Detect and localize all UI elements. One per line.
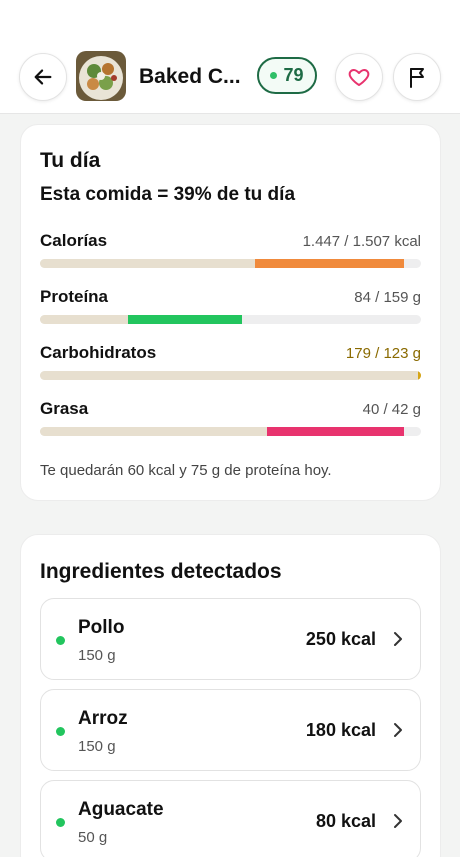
macro-label: Grasa (40, 399, 89, 418)
day-summary-card: Tu día Esta comida = 39% de tu día Calor… (20, 124, 441, 501)
status-dot-icon (56, 818, 65, 827)
top-bar: Baked C... 79 (0, 0, 460, 114)
macro-progress-bar (40, 427, 421, 436)
back-button[interactable] (19, 53, 67, 101)
heart-icon (348, 69, 370, 86)
report-button[interactable] (393, 53, 441, 101)
remaining-note: Te quedarán 60 kcal y 75 g de proteína h… (40, 462, 332, 479)
ingredient-name: Aguacate (78, 799, 164, 820)
macro-progress-bar (40, 371, 421, 380)
ingredient-quantity: 50 g (78, 829, 108, 846)
score-dot-icon (270, 72, 278, 79)
ingredient-quantity: 150 g (78, 647, 116, 664)
ingredient-kcal: 80 kcal (315, 811, 376, 831)
chevron-right-icon (394, 632, 402, 646)
macro-progress-bar (40, 315, 421, 324)
flag-icon (410, 68, 424, 88)
macro-label: Proteína (40, 287, 109, 306)
ingredient-kcal: 250 kcal (305, 629, 376, 649)
ingredient-row[interactable]: Pollo 150 g 250 kcal (40, 598, 421, 680)
ingredients-title: Ingredientes detectados (40, 560, 282, 583)
meal-percentage-summary: Esta comida = 39% de tu día (40, 184, 296, 205)
meal-thumbnail (76, 51, 126, 101)
ingredients-card: Ingredientes detectados Pollo 150 g 250 … (20, 534, 441, 857)
favorite-button[interactable] (335, 53, 383, 101)
ingredient-row[interactable]: Aguacate 50 g 80 kcal (40, 780, 421, 857)
ingredient-kcal: 180 kcal (305, 720, 376, 740)
status-dot-icon (56, 727, 65, 736)
health-score-badge[interactable]: 79 (257, 57, 317, 94)
macro-progress-bar (40, 259, 421, 268)
back-arrow-icon (34, 69, 52, 85)
macro-label: Carbohidratos (40, 343, 157, 362)
macro-value: 84 / 159 g (354, 289, 421, 306)
ingredient-row[interactable]: Arroz 150 g 180 kcal (40, 689, 421, 771)
macro-value: 40 / 42 g (362, 401, 421, 418)
macro-label: Calorías (40, 231, 108, 250)
macro-value: 179 / 123 g (345, 345, 421, 362)
ingredient-name: Arroz (78, 708, 128, 729)
macro-value: 1.447 / 1.507 kcal (302, 233, 421, 250)
meal-title: Baked C... (139, 65, 241, 88)
chevron-right-icon (394, 723, 402, 737)
score-value: 79 (283, 65, 304, 85)
chevron-right-icon (394, 814, 402, 828)
status-dot-icon (56, 636, 65, 645)
ingredient-quantity: 150 g (78, 738, 116, 755)
day-card-title: Tu día (40, 149, 101, 172)
ingredient-name: Pollo (78, 617, 125, 638)
